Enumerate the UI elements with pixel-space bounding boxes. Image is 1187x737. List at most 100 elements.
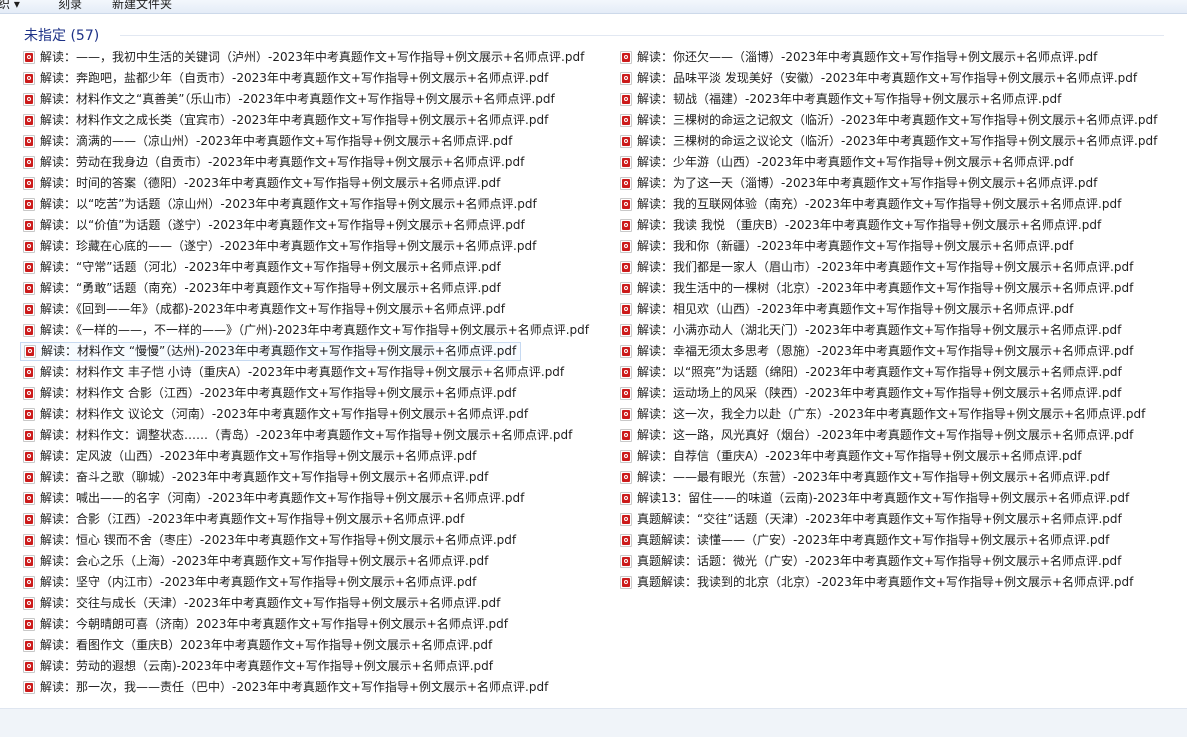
pdf-file-icon <box>620 135 632 148</box>
file-name: 解读：——，我初中生活的关键词（泸州）-2023年中考真题作文+写作指导+例文展… <box>40 50 585 64</box>
file-item[interactable]: 真题解读：读懂——（广安）-2023年中考真题作文+写作指导+例文展示+名师点评… <box>617 531 1113 550</box>
pdf-file-icon <box>620 114 632 127</box>
file-item[interactable]: 解读：自荐信（重庆A）-2023年中考真题作文+写作指导+例文展示+名师点评.p… <box>617 447 1086 466</box>
file-item[interactable]: 解读：时间的答案（德阳）-2023年中考真题作文+写作指导+例文展示+名师点评.… <box>20 174 504 193</box>
pdf-file-icon <box>23 366 35 379</box>
file-item[interactable]: 解读：恒心 锲而不舍（枣庄）-2023年中考真题作文+写作指导+例文展示+名师点… <box>20 531 520 550</box>
file-item[interactable]: 解读：材料作文：调整状态……（青岛）-2023年中考真题作文+写作指导+例文展示… <box>20 426 576 445</box>
organize-menu[interactable]: 组织 ▾ <box>0 0 20 12</box>
pdf-file-icon <box>620 345 632 358</box>
file-item[interactable]: 解读：《一样的——，不一样的——》（广州)-2023年中考真题作文+写作指导+例… <box>20 321 593 340</box>
file-name: 解读：材料作文 合影（江西）-2023年中考真题作文+写作指导+例文展示+名师点… <box>40 386 517 400</box>
file-item[interactable]: 解读：品味平淡 发现美好（安徽）-2023年中考真题作文+写作指导+例文展示+名… <box>617 69 1141 88</box>
pdf-file-icon <box>23 156 35 169</box>
file-name: 解读：小满亦动人（湖北天门）-2023年中考真题作文+写作指导+例文展示+名师点… <box>637 323 1122 337</box>
file-item[interactable]: 解读：那一次，我——责任（巴中）-2023年中考真题作文+写作指导+例文展示+名… <box>20 678 552 697</box>
file-item[interactable]: 解读：喊出——的名字（河南）-2023年中考真题作文+写作指导+例文展示+名师点… <box>20 489 528 508</box>
file-name: 解读13：留住——的味道（云南)-2023年中考真题作文+写作指导+例文展示+名… <box>637 491 1130 505</box>
file-item[interactable]: 解读：材料作文 “慢慢”（达州)-2023年中考真题作文+写作指导+例文展示+名… <box>20 342 522 361</box>
file-item[interactable]: 解读：劳动的遐想（云南)-2023年中考真题作文+写作指导+例文展示+名师点评.… <box>20 657 497 676</box>
file-item[interactable]: 解读：今朝晴朗可喜（济南）2023年中考真题作文+写作指导+例文展示+名师点评.… <box>20 615 512 634</box>
pdf-file-icon <box>620 576 632 589</box>
file-item[interactable]: 解读：滴满的——（凉山州）-2023年中考真题作文+写作指导+例文展示+名师点评… <box>20 132 516 151</box>
file-item[interactable]: 解读13：留住——的味道（云南)-2023年中考真题作文+写作指导+例文展示+名… <box>617 489 1133 508</box>
file-name: 解读：奋斗之歌（聊城）-2023年中考真题作文+写作指导+例文展示+名师点评.p… <box>40 470 489 484</box>
pdf-file-icon <box>620 492 632 505</box>
file-item[interactable]: 解读：“勇敢”话题（南充）-2023年中考真题作文+写作指导+例文展示+名师点评… <box>20 279 505 298</box>
file-name: 解读：我读 我悦 （重庆B）-2023年中考真题作文+写作指导+例文展示+名师点… <box>637 218 1102 232</box>
pdf-file-icon <box>23 135 35 148</box>
file-item[interactable]: 解读：奋斗之歌（聊城）-2023年中考真题作文+写作指导+例文展示+名师点评.p… <box>20 468 492 487</box>
file-item[interactable]: 解读：少年游（山西）-2023年中考真题作文+写作指导+例文展示+名师点评.pd… <box>617 153 1077 172</box>
status-bar <box>0 708 1187 737</box>
group-header[interactable]: 未指定 (57) <box>24 24 1164 44</box>
file-item[interactable]: 解读：小满亦动人（湖北天门）-2023年中考真题作文+写作指导+例文展示+名师点… <box>617 321 1125 340</box>
file-item[interactable]: 解读：我和你（新疆）-2023年中考真题作文+写作指导+例文展示+名师点评.pd… <box>617 237 1077 256</box>
file-name: 解读：交往与成长（天津）-2023年中考真题作文+写作指导+例文展示+名师点评.… <box>40 596 501 610</box>
file-item[interactable]: 真题解读：“交往”话题（天津）-2023年中考真题作文+写作指导+例文展示+名师… <box>617 510 1126 529</box>
file-name: 解读：我的互联网体验（南充）-2023年中考真题作文+写作指导+例文展示+名师点… <box>637 197 1122 211</box>
file-item[interactable]: 解读：“守常”话题（河北）-2023年中考真题作文+写作指导+例文展示+名师点评… <box>20 258 505 277</box>
file-item[interactable]: 解读：幸福无须太多思考（恩施）-2023年中考真题作文+写作指导+例文展示+名师… <box>617 342 1137 361</box>
file-item[interactable]: 解读：以“吃苦”为话题（凉山州）-2023年中考真题作文+写作指导+例文展示+名… <box>20 195 541 214</box>
file-name: 解读：材料作文之“真善美”（乐山市）-2023年中考真题作文+写作指导+例文展示… <box>40 92 555 106</box>
file-item[interactable]: 解读：劳动在我身边（自贡市）-2023年中考真题作文+写作指导+例文展示+名师点… <box>20 153 528 172</box>
file-item[interactable]: 解读：材料作文 合影（江西）-2023年中考真题作文+写作指导+例文展示+名师点… <box>20 384 520 403</box>
file-item[interactable]: 解读：交往与成长（天津）-2023年中考真题作文+写作指导+例文展示+名师点评.… <box>20 594 504 613</box>
file-item[interactable]: 解读：三棵树的命运之记叙文（临沂）-2023年中考真题作文+写作指导+例文展示+… <box>617 111 1161 130</box>
file-item[interactable]: 解读：以“照亮”为话题（绵阳）-2023年中考真题作文+写作指导+例文展示+名师… <box>617 363 1126 382</box>
file-item[interactable]: 解读：我读 我悦 （重庆B）-2023年中考真题作文+写作指导+例文展示+名师点… <box>617 216 1105 235</box>
file-name: 真题解读：话题：微光（广安）-2023年中考真题作文+写作指导+例文展示+名师点… <box>637 554 1122 568</box>
pdf-file-icon <box>620 261 632 274</box>
new-folder-button[interactable]: 新建文件夹 <box>112 0 172 12</box>
pdf-file-icon <box>620 51 632 64</box>
file-item[interactable]: 解读：材料作文 议论文（河南）-2023年中考真题作文+写作指导+例文展示+名师… <box>20 405 532 424</box>
pdf-file-icon <box>23 471 35 484</box>
file-item[interactable]: 解读：韧战（福建）-2023年中考真题作文+写作指导+例文展示+名师点评.pdf <box>617 90 1065 109</box>
file-name: 解读：滴满的——（凉山州）-2023年中考真题作文+写作指导+例文展示+名师点评… <box>40 134 513 148</box>
file-item[interactable]: 解读：坚守（内江市）-2023年中考真题作文+写作指导+例文展示+名师点评.pd… <box>20 573 480 592</box>
file-item[interactable]: 真题解读：话题：微光（广安）-2023年中考真题作文+写作指导+例文展示+名师点… <box>617 552 1125 571</box>
pdf-file-icon <box>620 471 632 484</box>
file-item[interactable]: 解读：——，我初中生活的关键词（泸州）-2023年中考真题作文+写作指导+例文展… <box>20 48 588 67</box>
pdf-file-icon <box>23 219 35 232</box>
file-item[interactable]: 解读：材料作文之“真善美”（乐山市）-2023年中考真题作文+写作指导+例文展示… <box>20 90 559 109</box>
file-name: 解读：材料作文 “慢慢”（达州)-2023年中考真题作文+写作指导+例文展示+名… <box>41 344 517 358</box>
file-name: 解读：三棵树的命运之记叙文（临沂）-2023年中考真题作文+写作指导+例文展示+… <box>637 113 1158 127</box>
file-item[interactable]: 解读：我生活中的一棵树（北京）-2023年中考真题作文+写作指导+例文展示+名师… <box>617 279 1137 298</box>
file-item[interactable]: 解读：珍藏在心底的——（遂宁）-2023年中考真题作文+写作指导+例文展示+名师… <box>20 237 540 256</box>
file-name: 解读：“勇敢”话题（南充）-2023年中考真题作文+写作指导+例文展示+名师点评… <box>40 281 501 295</box>
file-item[interactable]: 解读：材料作文之成长类（宜宾市）-2023年中考真题作文+写作指导+例文展示+名… <box>20 111 552 130</box>
file-item[interactable]: 解读：材料作文 丰子恺 小诗（重庆A）-2023年中考真题作文+写作指导+例文展… <box>20 363 568 382</box>
file-item[interactable]: 解读：这一次，我全力以赴（广东）-2023年中考真题作文+写作指导+例文展示+名… <box>617 405 1149 424</box>
file-item[interactable]: 解读：为了这一天（淄博）-2023年中考真题作文+写作指导+例文展示+名师点评.… <box>617 174 1101 193</box>
file-item[interactable]: 解读：奔跑吧，盐都少年（自贡市）-2023年中考真题作文+写作指导+例文展示+名… <box>20 69 552 88</box>
file-item[interactable]: 解读：你还欠——（淄博）-2023年中考真题作文+写作指导+例文展示+名师点评.… <box>617 48 1101 67</box>
file-item[interactable]: 解读：合影（江西）-2023年中考真题作文+写作指导+例文展示+名师点评.pdf <box>20 510 468 529</box>
file-item[interactable]: 解读：看图作文（重庆B）2023年中考真题作文+写作指导+例文展示+名师点评.p… <box>20 636 496 655</box>
file-item[interactable]: 解读：会心之乐（上海）-2023年中考真题作文+写作指导+例文展示+名师点评.p… <box>20 552 492 571</box>
pdf-file-icon <box>620 93 632 106</box>
pdf-file-icon <box>620 219 632 232</box>
file-item[interactable]: 解读：三棵树的命运之议论文（临沂）-2023年中考真题作文+写作指导+例文展示+… <box>617 132 1161 151</box>
file-item[interactable]: 解读：我们都是一家人（眉山市）-2023年中考真题作文+写作指导+例文展示+名师… <box>617 258 1137 277</box>
toolbar: 组织 ▾ 刻录 新建文件夹 <box>0 0 1187 14</box>
file-item[interactable]: 解读：运动场上的风采（陕西）-2023年中考真题作文+写作指导+例文展示+名师点… <box>617 384 1125 403</box>
file-item[interactable]: 真题解读：我读到的北京（北京）-2023年中考真题作文+写作指导+例文展示+名师… <box>617 573 1137 592</box>
file-item[interactable]: 解读：《回到——年》（成都)-2023年中考真题作文+写作指导+例文展示+名师点… <box>20 300 509 319</box>
pdf-file-icon <box>23 177 35 190</box>
file-item[interactable]: 解读：定风波（山西）-2023年中考真题作文+写作指导+例文展示+名师点评.pd… <box>20 447 480 466</box>
file-item[interactable]: 解读：我的互联网体验（南充）-2023年中考真题作文+写作指导+例文展示+名师点… <box>617 195 1125 214</box>
pdf-file-icon <box>620 387 632 400</box>
file-item[interactable]: 解读：——最有眼光（东营）-2023年中考真题作文+写作指导+例文展示+名师点评… <box>617 468 1113 487</box>
file-name: 解读：为了这一天（淄博）-2023年中考真题作文+写作指导+例文展示+名师点评.… <box>637 176 1098 190</box>
file-name: 真题解读：“交往”话题（天津）-2023年中考真题作文+写作指导+例文展示+名师… <box>637 512 1122 526</box>
file-name: 解读：劳动在我身边（自贡市）-2023年中考真题作文+写作指导+例文展示+名师点… <box>40 155 525 169</box>
pdf-file-icon <box>23 261 35 274</box>
file-item[interactable]: 解读：这一路，风光真好（烟台）-2023年中考真题作文+写作指导+例文展示+名师… <box>617 426 1137 445</box>
file-name: 解读：材料作文之成长类（宜宾市）-2023年中考真题作文+写作指导+例文展示+名… <box>40 113 549 127</box>
burn-button[interactable]: 刻录 <box>58 0 82 12</box>
file-item[interactable]: 解读：相见欢（山西）-2023年中考真题作文+写作指导+例文展示+名师点评.pd… <box>617 300 1077 319</box>
file-column-left: 解读：——，我初中生活的关键词（泸州）-2023年中考真题作文+写作指导+例文展… <box>20 48 610 699</box>
file-item[interactable]: 解读：以“价值”为话题（遂宁）-2023年中考真题作文+写作指导+例文展示+名师… <box>20 216 529 235</box>
